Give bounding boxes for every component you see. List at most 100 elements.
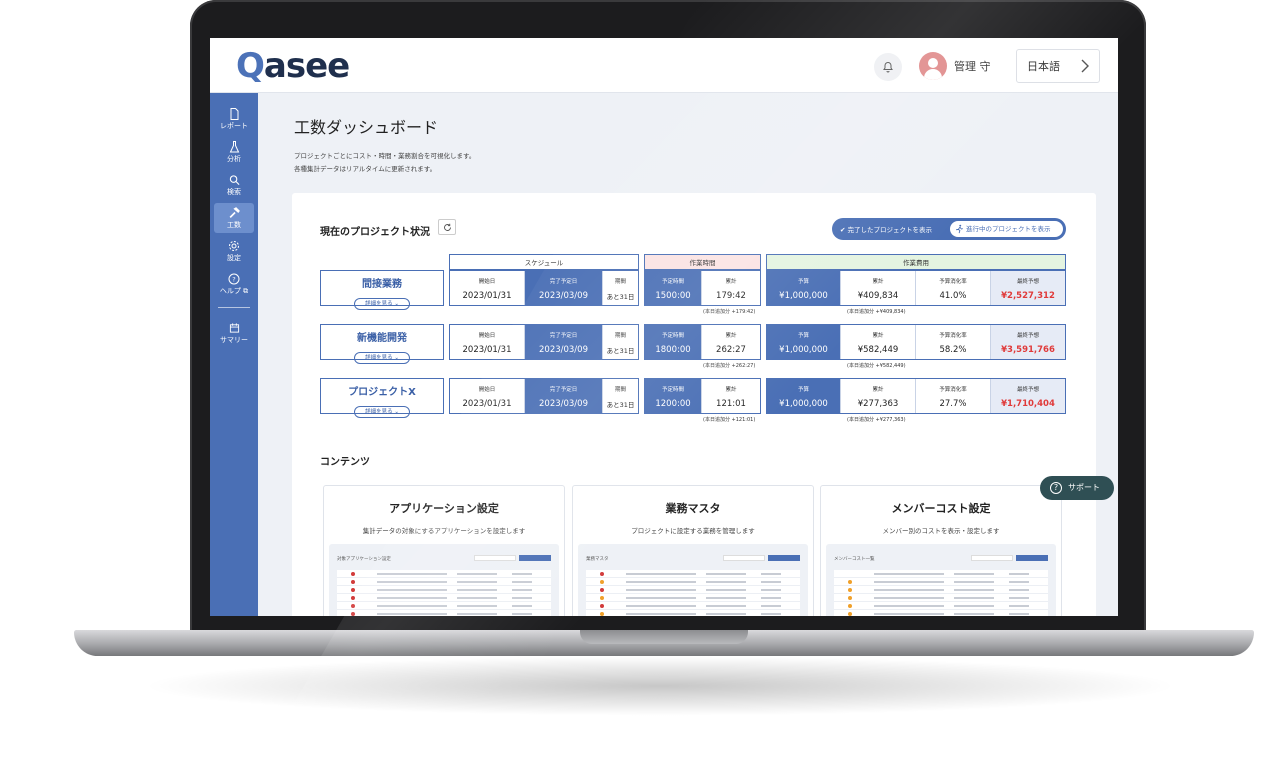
content-card[interactable]: アプリケーション設定 集計データの対象にするアプリケーションを設定します 対象ア… <box>323 485 565 616</box>
cell-label: 期間 <box>614 387 626 393</box>
start-date-cell: 開始日 2023/01/31 <box>450 271 525 305</box>
cell-label: 累計 <box>872 387 884 393</box>
group-header-cost: 作業費用 <box>766 254 1066 270</box>
preview-button <box>519 555 551 561</box>
consumption-cell: 予算消化率 27.7% <box>916 379 991 413</box>
user-name[interactable]: 管理 守 <box>954 58 991 74</box>
language-select[interactable]: 日本語 <box>1016 49 1100 83</box>
total-hours-cell: 累計 121:01 <box>702 379 760 413</box>
detail-label: 詳細を見る <box>365 355 393 361</box>
notification-button[interactable] <box>874 53 902 81</box>
period-cell: 期間あと31日 <box>603 325 638 359</box>
avatar[interactable] <box>919 52 947 80</box>
cell-value: あと31日 <box>606 347 635 355</box>
document-icon <box>230 108 238 120</box>
chevron-down-icon: ⌄ <box>394 355 399 361</box>
preview-table <box>586 570 800 616</box>
project-status-title: 現在のプロジェクト状況 <box>320 227 430 238</box>
preview-button <box>768 555 800 561</box>
sidebar-item-summary[interactable]: サマリー <box>214 319 254 349</box>
project-name-box: プロジェクトX 詳細を見る ⌄ <box>320 378 444 418</box>
cost-total-cell: 累計 ¥409,834 <box>841 271 916 305</box>
content-card[interactable]: 業務マスタ プロジェクトに設定する業務を管理します 業務マスタ <box>572 485 814 616</box>
sidebar-item-search[interactable]: 検索 <box>214 171 254 201</box>
forecast-cell: 最終予想 ¥2,527,312 <box>991 271 1065 305</box>
preview-search <box>474 555 516 561</box>
detail-button[interactable]: 詳細を見る ⌄ <box>354 406 410 418</box>
forecast-cell: 最終予想 ¥3,591,766 <box>991 325 1065 359</box>
refresh-button[interactable] <box>438 219 456 235</box>
cell-value: 58.2% <box>939 345 967 355</box>
card-description: メンバー別のコストを表示・設定します <box>882 527 1000 535</box>
toggle-show-completed[interactable]: ✔ 完了したプロジェクトを表示 <box>840 224 932 234</box>
cell-label: 予算消化率 <box>939 333 967 339</box>
hours-today-note: (本日追加分 +262:27) <box>703 363 756 369</box>
app-screen: Qasee 管理 守 日本語 レポート 分析 検索 工数 設定 ? ヘルプ ⧉ … <box>210 38 1118 616</box>
flask-icon <box>229 141 239 153</box>
card-title: 業務マスタ <box>665 502 721 515</box>
preview-title: メンバーコスト一覧 <box>834 557 875 562</box>
sidebar-item-label: 検索 <box>227 188 241 196</box>
support-button[interactable]: ? サポート <box>1040 476 1114 500</box>
budget-cell: 予算 ¥1,000,000 <box>767 271 841 305</box>
planned-hours-cell: 予定時間 1200:00 <box>645 379 702 413</box>
start-date-cell: 開始日 2023/01/31 <box>450 379 525 413</box>
sidebar-item-man-hours[interactable]: 工数 <box>214 203 254 233</box>
page-description: プロジェクトごとにコスト・時間・業務割合を可視化します。 <box>294 152 476 160</box>
toggle-show-active[interactable]: 進行中のプロジェクトを表示 <box>950 221 1063 237</box>
content-card[interactable]: メンバーコスト設定 メンバー別のコストを表示・設定します メンバーコスト一覧 <box>820 485 1062 616</box>
schedule-cells: 開始日 2023/01/31 完了予定日 2023/03/09 期間 あと31日 <box>449 270 639 306</box>
cell-label: 完了予定日 <box>549 333 578 339</box>
detail-label: 詳細を見る <box>365 409 393 415</box>
cell-value: 1800:00 <box>655 345 691 355</box>
card-description: 集計データの対象にするアプリケーションを設定します <box>362 527 526 535</box>
sidebar-item-label: 分析 <box>227 155 241 163</box>
running-icon <box>956 224 963 234</box>
chevron-down-icon: ⌄ <box>394 301 399 307</box>
project-name: プロジェクトX <box>348 387 416 398</box>
cell-label: 完了予定日 <box>549 279 578 285</box>
help-icon: ? <box>228 273 240 285</box>
sidebar-item-label: レポート <box>220 122 248 130</box>
cell-value: 2023/01/31 <box>462 345 512 355</box>
planned-hours-cell: 予定時間 1800:00 <box>645 325 702 359</box>
detail-button[interactable]: 詳細を見る ⌄ <box>354 352 410 364</box>
end-date-cell: 完了予定日 2023/03/09 <box>525 379 603 413</box>
detail-button[interactable]: 詳細を見る ⌄ <box>354 298 410 310</box>
sidebar-item-settings[interactable]: 設定 <box>214 237 254 267</box>
budget-cell: 予算 ¥1,000,000 <box>767 379 841 413</box>
cell-value: あと31日 <box>606 401 635 409</box>
project-name: 新機能開発 <box>357 333 407 344</box>
gear-icon <box>229 241 239 251</box>
cell-value: 41.0% <box>939 291 967 301</box>
cell-value: 2023/03/09 <box>539 345 588 355</box>
card-title: アプリケーション設定 <box>389 502 499 515</box>
project-filter-toggle[interactable]: ✔ 完了したプロジェクトを表示 進行中のプロジェクトを表示 <box>832 218 1066 240</box>
contents-title: コンテンツ <box>320 457 370 468</box>
card-description: プロジェクトに設定する業務を管理します <box>631 527 755 535</box>
cost-total-cell: 累計 ¥277,363 <box>841 379 916 413</box>
sidebar-item-help[interactable]: ? ヘルプ ⧉ <box>214 270 254 300</box>
end-date-cell: 完了予定日 2023/03/09 <box>525 325 603 359</box>
schedule-cells: 開始日 2023/01/31 完了予定日 2023/03/09 期間あと31日 <box>449 324 639 360</box>
total-hours-cell: 累計 262:27 <box>702 325 760 359</box>
hours-cells: 予定時間 1200:00 累計 121:01 <box>644 378 761 414</box>
card-title: メンバーコスト設定 <box>891 502 991 515</box>
cell-label: 開始日 <box>478 279 496 285</box>
cell-value: 2023/01/31 <box>462 399 512 409</box>
hammer-icon <box>229 207 240 218</box>
sidebar-item-label: 設定 <box>227 254 241 262</box>
preview-search <box>971 555 1013 561</box>
preview-table <box>337 570 551 616</box>
project-name: 間接業務 <box>362 279 402 290</box>
cell-label: 期間 <box>614 333 626 339</box>
cell-label: 累計 <box>725 333 737 339</box>
cell-label: 予算 <box>797 279 809 285</box>
qasee-logo[interactable]: Qasee <box>236 46 350 86</box>
cell-label: 開始日 <box>478 333 496 339</box>
cell-value: ¥1,710,404 <box>1001 399 1055 409</box>
sidebar-item-report[interactable]: レポート <box>214 105 254 135</box>
sidebar-item-analysis[interactable]: 分析 <box>214 138 254 168</box>
sidebar-divider <box>218 307 250 308</box>
svg-text:?: ? <box>232 276 235 284</box>
